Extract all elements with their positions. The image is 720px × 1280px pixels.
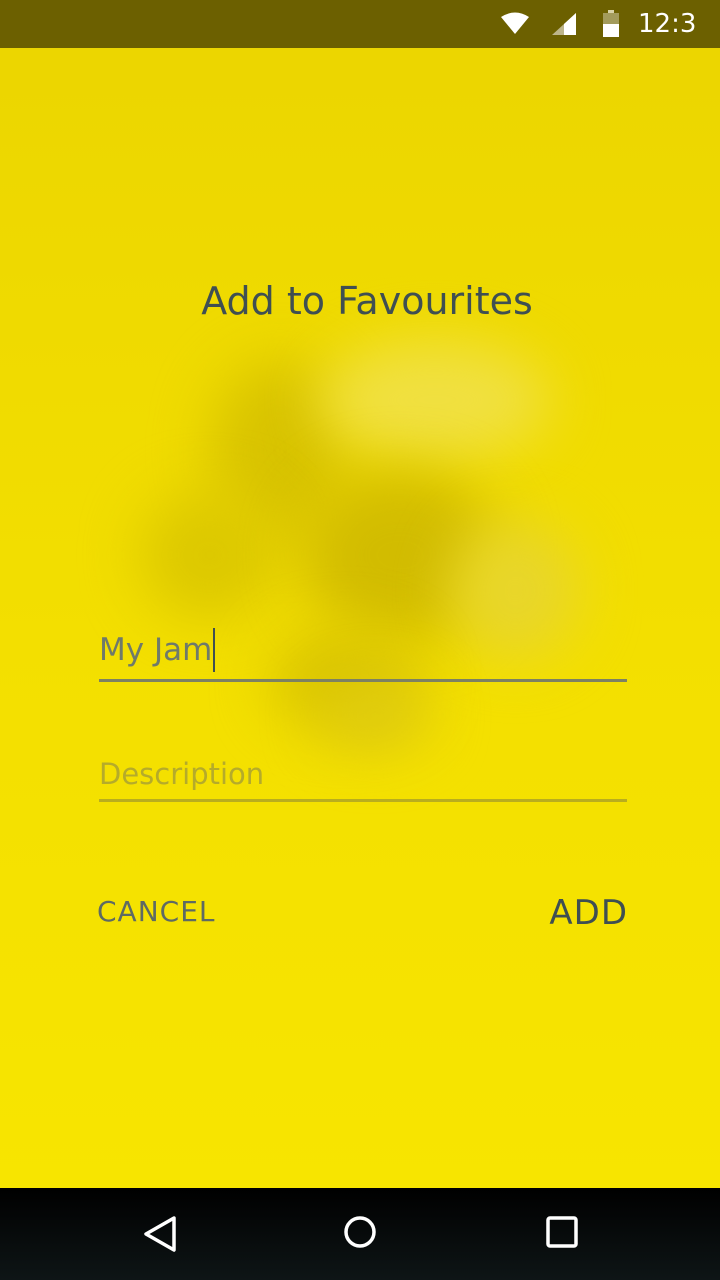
name-field-underline xyxy=(99,679,627,682)
description-input[interactable] xyxy=(99,752,627,796)
signal-icon xyxy=(552,13,576,35)
name-field-value[interactable]: My Jam xyxy=(99,632,212,668)
wifi-icon xyxy=(501,12,529,34)
navigation-bar xyxy=(0,1188,720,1280)
name-field[interactable]: My Jam xyxy=(99,620,627,682)
text-cursor xyxy=(213,628,216,672)
name-field-value-wrapper[interactable]: My Jam xyxy=(99,628,216,672)
status-bar: 12:3 xyxy=(0,0,720,48)
description-field-underline xyxy=(99,799,627,802)
cancel-button[interactable]: CANCEL xyxy=(97,892,216,932)
status-time: 12:3 xyxy=(638,9,697,39)
battery-icon xyxy=(603,10,619,37)
add-button[interactable]: ADD xyxy=(540,890,628,936)
back-icon[interactable] xyxy=(130,1204,190,1264)
recents-icon[interactable] xyxy=(532,1204,592,1264)
add-to-favourites-screen: 12:3 Add to Favourites My Jam CANCEL ADD xyxy=(0,0,720,1280)
dialog-title: Add to Favourites xyxy=(201,279,533,323)
home-icon[interactable] xyxy=(330,1204,390,1264)
description-field[interactable] xyxy=(99,744,627,802)
blurred-artwork xyxy=(120,340,600,760)
